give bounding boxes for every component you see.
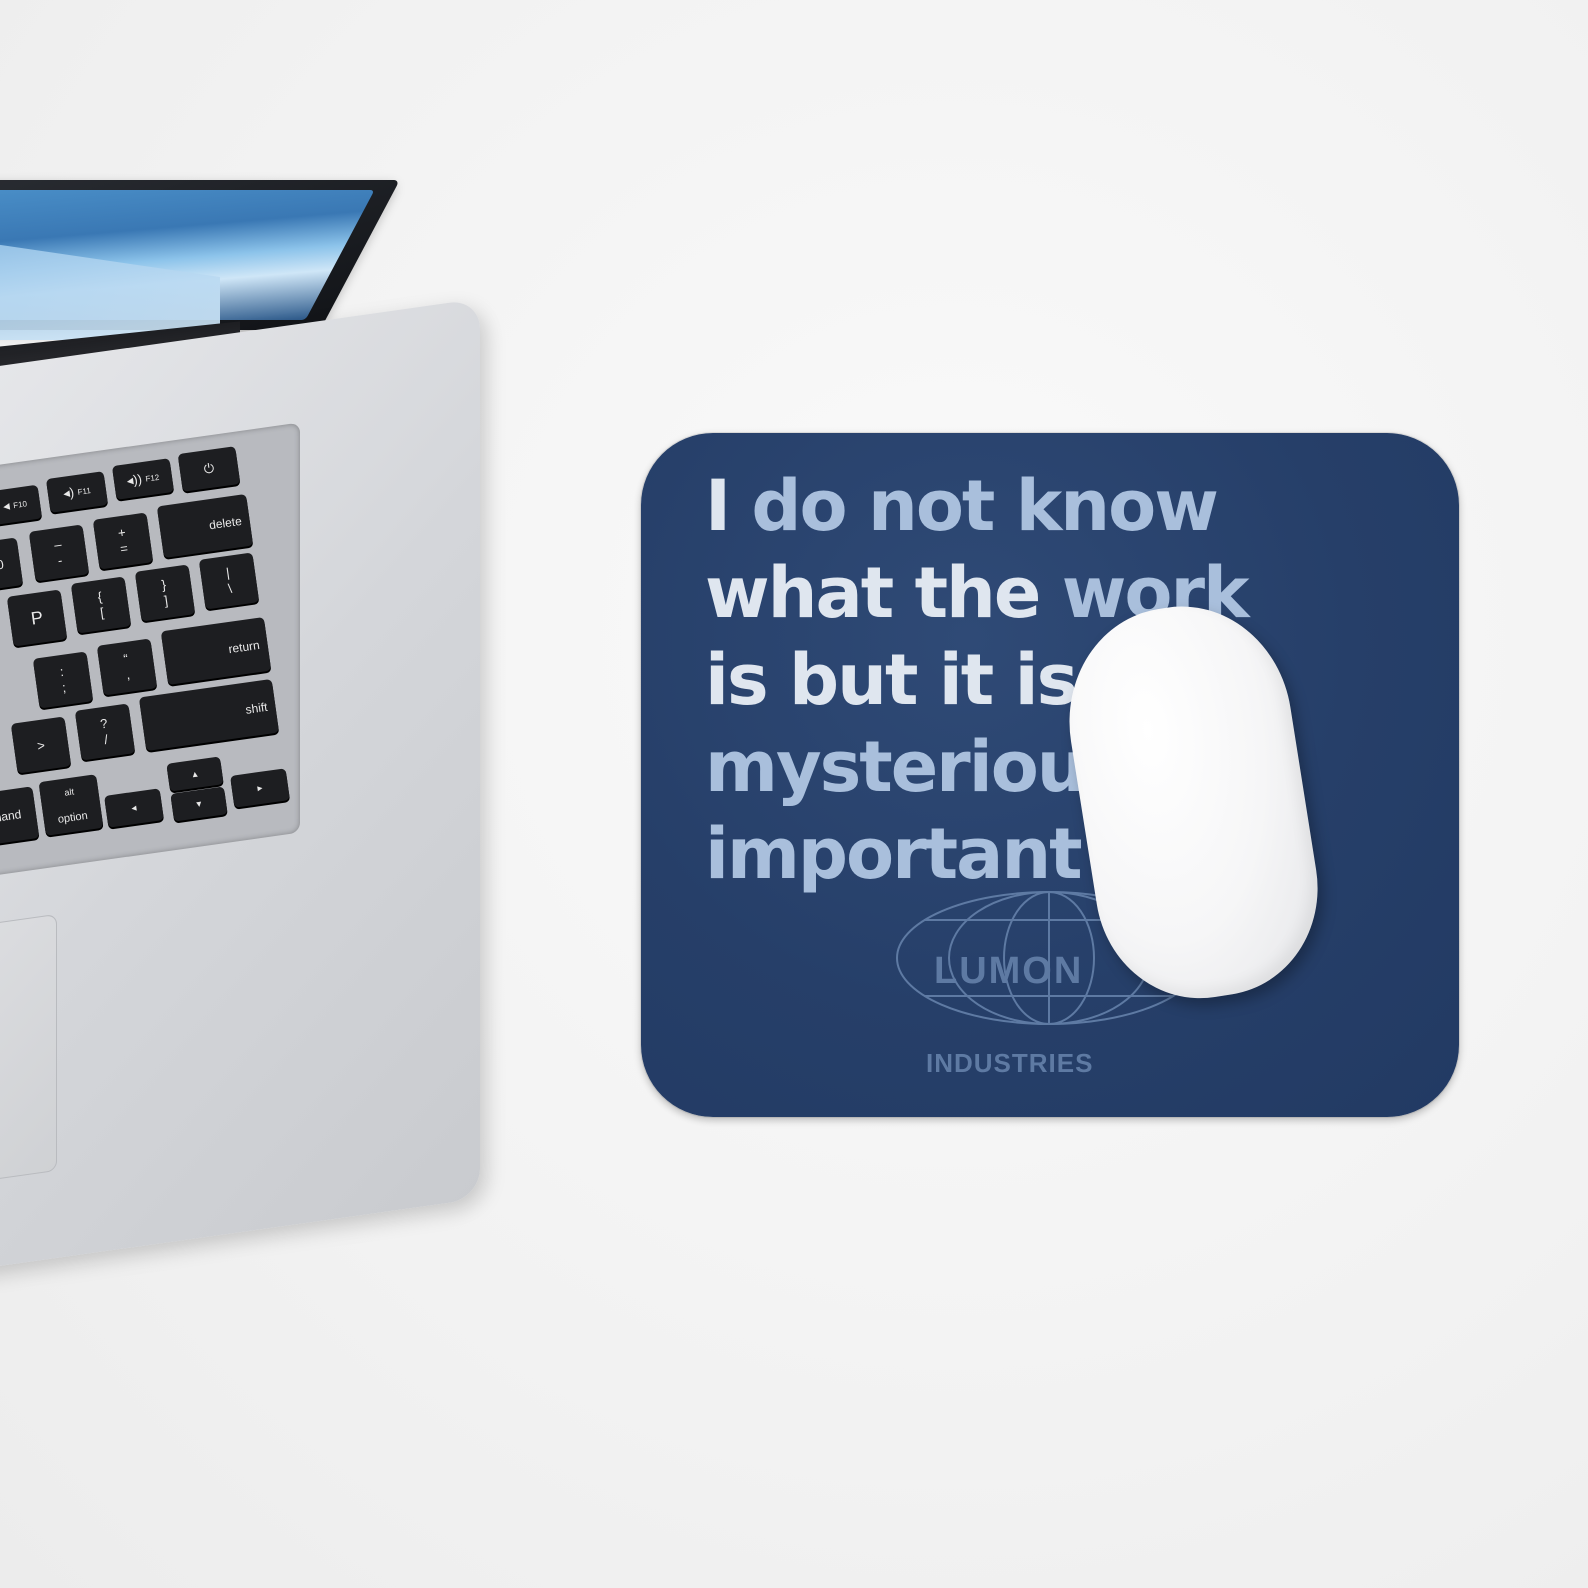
key-minus: – - [28, 524, 90, 582]
key-bracket-close: }] [134, 564, 196, 622]
quote-line: important [705, 813, 1083, 895]
arrow-down-icon: ▾ [195, 798, 203, 810]
power-icon: ⏻ [202, 460, 216, 477]
key-command: nand [0, 786, 40, 846]
logo-wordmark: LUMON [934, 950, 1084, 992]
key-backslash: | \ [198, 552, 260, 610]
arrow-left-icon: ◂ [130, 802, 138, 814]
quote-line: I do not know [705, 465, 1219, 547]
key-power: ⏻ [177, 446, 241, 492]
key-f10: ◂ F10 [0, 484, 43, 526]
quote-line: what the work [705, 552, 1250, 634]
key-p: P [6, 589, 68, 647]
mousepad: I do not know what the work is but it is… [641, 433, 1459, 1117]
volume-icon: ◂)) [125, 471, 143, 489]
key-colon: :; [32, 651, 94, 709]
key-plus: + = [92, 512, 154, 570]
key-greater: > [10, 716, 72, 774]
key-option: alt option [38, 774, 104, 836]
arrow-right-icon: ▸ [256, 782, 264, 794]
volume-icon: ◂) [62, 484, 76, 501]
logo-subtitle: INDUSTRIES [926, 1048, 1094, 1078]
key-bracket-open: {[ [70, 576, 132, 634]
volume-icon: ◂ [2, 497, 11, 514]
key-quote: “, [96, 638, 158, 696]
key-question: ? / [74, 703, 136, 761]
trackpad [0, 913, 57, 1184]
arrow-up-icon: ▴ [191, 768, 199, 780]
